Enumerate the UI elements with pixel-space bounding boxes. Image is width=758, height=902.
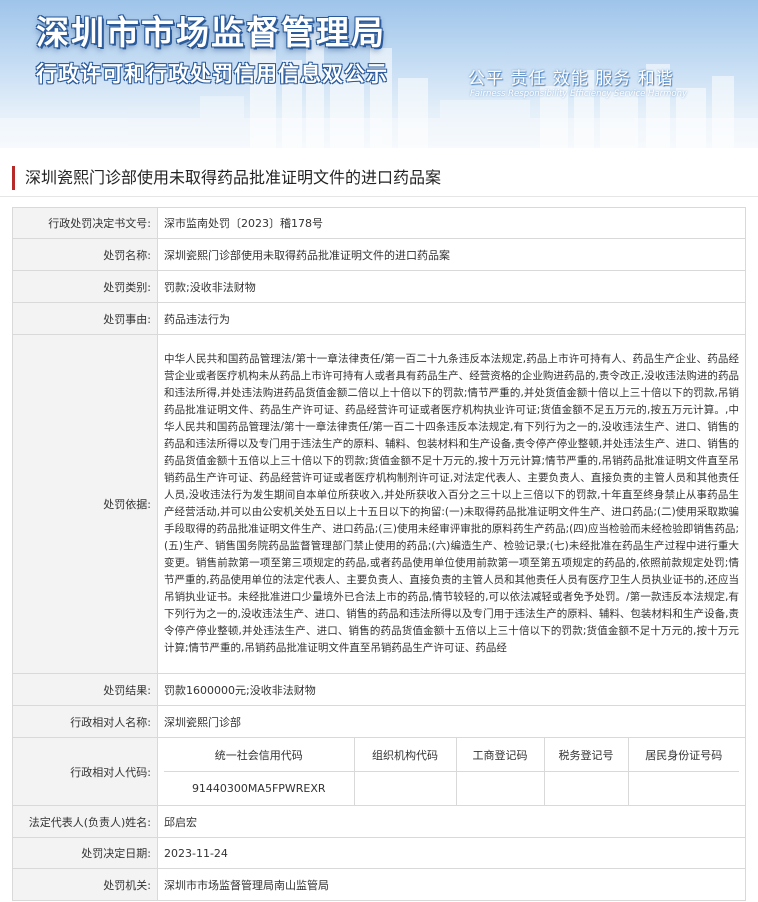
value-legal-rep: 邱启宏 — [157, 805, 746, 838]
penalty-info-table: 行政处罚决定书文号: 深市监南处罚〔2023〕稽178号 处罚名称: 深圳瓷熙门… — [12, 207, 746, 901]
row-penalty-name: 处罚名称: 深圳瓷熙门诊部使用未取得药品批准证明文件的进口药品案 — [12, 238, 746, 271]
label-decision-date: 处罚决定日期: — [12, 837, 158, 869]
value-decision-date: 2023-11-24 — [157, 837, 746, 869]
code-value-credit: 91440300MA5FPWREXR — [164, 771, 355, 805]
label-penalty-name: 处罚名称: — [12, 238, 158, 271]
code-value-id — [627, 771, 739, 805]
row-counterpart-code: 行政相对人代码: 统一社会信用代码 组织机构代码 工商登记码 税务登记号 居民身… — [12, 737, 746, 806]
label-penalty-reason: 处罚事由: — [12, 302, 158, 335]
row-counterpart-name: 行政相对人名称: 深圳瓷熙门诊部 — [12, 705, 746, 738]
value-authority: 深圳市市场监督管理局南山监管局 — [157, 868, 746, 901]
code-value-biz — [455, 771, 545, 805]
value-decision-no: 深市监南处罚〔2023〕稽178号 — [157, 207, 746, 239]
value-penalty-reason: 药品违法行为 — [157, 302, 746, 335]
label-legal-rep: 法定代表人(负责人)姓名: — [12, 805, 158, 838]
code-header-tax: 税务登记号 — [543, 738, 629, 772]
label-penalty-basis: 处罚依据: — [12, 334, 158, 674]
row-penalty-result: 处罚结果: 罚款1600000元;没收非法财物 — [12, 673, 746, 706]
row-penalty-reason: 处罚事由: 药品违法行为 — [12, 302, 746, 335]
portal-subtitle: 行政许可和行政处罚信用信息双公示 — [36, 62, 388, 86]
label-authority: 处罚机关: — [12, 868, 158, 901]
label-decision-no: 行政处罚决定书文号: — [12, 207, 158, 239]
heading-divider — [0, 196, 758, 197]
row-decision-no: 行政处罚决定书文号: 深市监南处罚〔2023〕稽178号 — [12, 207, 746, 239]
row-legal-rep: 法定代表人(负责人)姓名: 邱启宏 — [12, 805, 746, 838]
code-header-biz: 工商登记码 — [455, 738, 545, 772]
case-title: 深圳瓷熙门诊部使用未取得药品批准证明文件的进口药品案 — [12, 166, 748, 190]
header-banner: 深圳市市场监督管理局 行政许可和行政处罚信用信息双公示 公平 责任 效能 服务 … — [0, 0, 758, 148]
code-value-row: 91440300MA5FPWREXR — [164, 771, 739, 805]
code-header-id: 居民身份证号码 — [627, 738, 739, 772]
slogan-en: Fairness Responsibility Efficiency Servi… — [470, 89, 688, 99]
code-value-tax — [543, 771, 629, 805]
slogan-cn: 公平 责任 效能 服务 和谐 — [468, 69, 674, 89]
code-header-row: 统一社会信用代码 组织机构代码 工商登记码 税务登记号 居民身份证号码 — [164, 738, 739, 772]
value-penalty-type: 罚款;没收非法财物 — [157, 270, 746, 303]
row-decision-date: 处罚决定日期: 2023-11-24 — [12, 837, 746, 869]
code-header-credit: 统一社会信用代码 — [164, 738, 355, 772]
label-penalty-result: 处罚结果: — [12, 673, 158, 706]
value-counterpart-name: 深圳瓷熙门诊部 — [157, 705, 746, 738]
agency-title: 深圳市市场监督管理局 — [36, 13, 386, 52]
label-counterpart-name: 行政相对人名称: — [12, 705, 158, 738]
code-value-org — [353, 771, 457, 805]
counterpart-code-table: 统一社会信用代码 组织机构代码 工商登记码 税务登记号 居民身份证号码 9144… — [164, 738, 739, 805]
code-header-org: 组织机构代码 — [353, 738, 457, 772]
row-penalty-type: 处罚类别: 罚款;没收非法财物 — [12, 270, 746, 303]
value-penalty-name: 深圳瓷熙门诊部使用未取得药品批准证明文件的进口药品案 — [157, 238, 746, 271]
row-penalty-basis: 处罚依据: 中华人民共和国药品管理法/第十一章法律责任/第一百二十九条违反本法规… — [12, 334, 746, 674]
value-penalty-basis: 中华人民共和国药品管理法/第十一章法律责任/第一百二十九条违反本法规定,药品上市… — [157, 334, 746, 674]
value-penalty-result: 罚款1600000元;没收非法财物 — [157, 673, 746, 706]
counterpart-code-cell: 统一社会信用代码 组织机构代码 工商登记码 税务登记号 居民身份证号码 9144… — [157, 737, 746, 806]
label-penalty-type: 处罚类别: — [12, 270, 158, 303]
label-counterpart-code: 行政相对人代码: — [12, 737, 158, 806]
row-authority: 处罚机关: 深圳市市场监督管理局南山监管局 — [12, 868, 746, 901]
